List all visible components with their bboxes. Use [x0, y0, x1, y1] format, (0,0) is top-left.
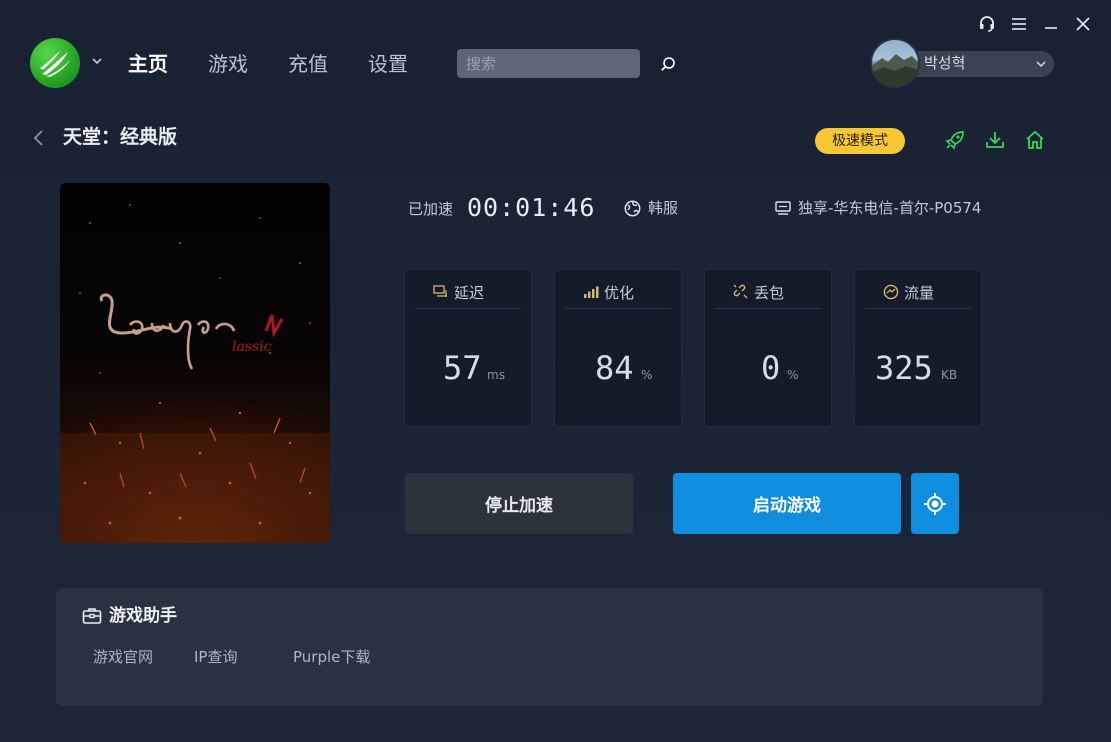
stop-acceleration-button[interactable]: 停止加速: [405, 473, 633, 534]
metric-unit-traffic: KB: [941, 368, 958, 382]
launch-game-button[interactable]: 启动游戏: [673, 473, 901, 534]
metric-unit-latency: ms: [487, 368, 505, 382]
metric-value-optimize: 84: [595, 349, 634, 387]
signal-bars-icon: [584, 286, 599, 298]
close-icon[interactable]: [1072, 13, 1094, 35]
metric-card-latency: 延迟 57 ms: [404, 269, 532, 427]
svg-text:lassic: lassic: [232, 339, 272, 355]
speed-mode-badge[interactable]: 极速模式: [815, 128, 905, 154]
nav-item-home[interactable]: 主页: [128, 50, 168, 78]
nav-item-settings[interactable]: 设置: [368, 50, 408, 78]
locate-button[interactable]: [911, 473, 959, 534]
metric-value-packet-loss: 0: [761, 349, 781, 387]
user-name[interactable]: 박성혁: [924, 52, 965, 74]
card-divider: [715, 308, 821, 309]
app-logo[interactable]: [30, 38, 80, 88]
metric-card-optimize: 优化 84 %: [554, 269, 682, 427]
metric-unit-packet-loss: %: [787, 368, 799, 382]
ip-lookup-link[interactable]: IP查询: [194, 647, 237, 667]
purple-download-link[interactable]: Purple下载: [293, 647, 370, 667]
metric-label-traffic: 流量: [904, 283, 935, 302]
metric-card-packet-loss: 丢包 0 %: [704, 269, 832, 427]
latency-monitor-icon: [433, 285, 447, 297]
game-helper-panel: 游戏助手 游戏官网 IP查询 Purple下载: [56, 588, 1043, 706]
metric-card-traffic: 流量 325 KB: [854, 269, 982, 427]
chevron-down-icon[interactable]: [1034, 57, 1048, 71]
metric-value-traffic: 325: [875, 349, 933, 387]
main-nav: 主页 游戏 充值 设置: [128, 50, 408, 78]
metric-label-optimize: 优化: [604, 283, 635, 302]
search-input[interactable]: [457, 49, 660, 78]
support-headset-icon[interactable]: [976, 13, 998, 35]
rocket-icon[interactable]: [944, 129, 966, 151]
search-box: [457, 49, 675, 78]
crosshair-target-icon: [924, 492, 946, 515]
server-node-label: 独享-华东电信-首尔-P0574: [798, 199, 982, 217]
traffic-gauge-icon: [883, 284, 899, 300]
server-monitor-icon: [775, 201, 791, 215]
nav-item-recharge[interactable]: 充值: [288, 50, 328, 78]
menu-icon[interactable]: [1008, 13, 1030, 35]
download-icon[interactable]: [984, 129, 1006, 151]
avatar[interactable]: [870, 38, 920, 88]
broken-link-icon: [733, 284, 748, 299]
official-site-link[interactable]: 游戏官网: [93, 647, 153, 667]
page-title: 天堂：经典版: [63, 126, 178, 148]
toolbox-icon: [82, 608, 102, 624]
metric-value-latency: 57: [443, 349, 482, 387]
back-arrow-icon[interactable]: [30, 128, 48, 148]
game-cover-image: lassic: [60, 183, 330, 543]
home-icon[interactable]: [1024, 129, 1046, 151]
globe-icon: [624, 200, 641, 217]
metric-label-latency: 延迟: [454, 283, 485, 302]
region-label: 韩服: [648, 199, 679, 217]
accelerated-timer: 00:01:46: [467, 193, 596, 222]
metric-label-packet-loss: 丢包: [754, 283, 785, 302]
minimize-icon[interactable]: [1040, 13, 1062, 35]
card-divider: [415, 308, 521, 309]
nav-item-games[interactable]: 游戏: [208, 50, 248, 78]
helper-title: 游戏助手: [109, 606, 177, 626]
search-icon[interactable]: [660, 53, 676, 75]
card-divider: [565, 308, 671, 309]
chevron-down-icon[interactable]: [90, 54, 104, 68]
accelerated-label: 已加速: [408, 200, 454, 218]
card-divider: [865, 308, 971, 309]
game-logo-artwork: lassic: [60, 204, 330, 543]
leaf-logo-icon: [40, 51, 70, 77]
metric-unit-optimize: %: [641, 368, 653, 382]
